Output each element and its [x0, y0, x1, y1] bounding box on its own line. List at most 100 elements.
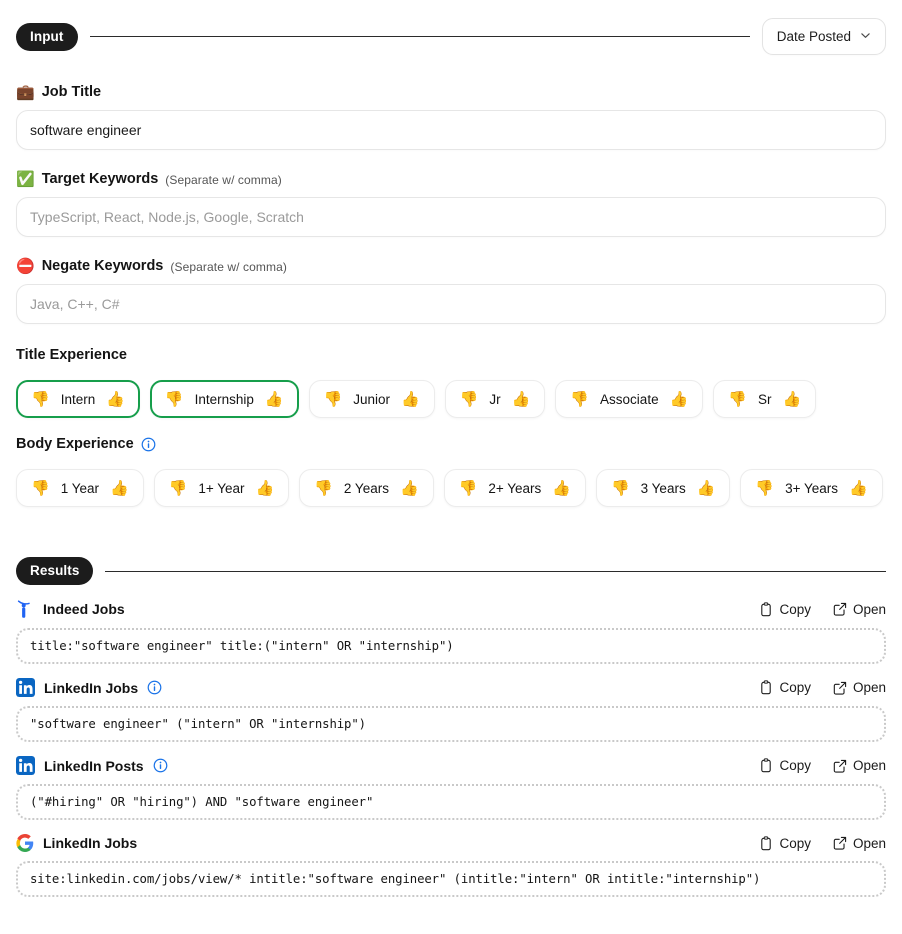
- body-experience-chip-label: 2 Years: [343, 480, 389, 496]
- results-badge: Results: [16, 557, 94, 585]
- negate-keywords-input[interactable]: Java, C++, C#: [16, 284, 886, 324]
- thumbs-up-icon[interactable]: 👍: [110, 481, 129, 496]
- date-posted-dropdown[interactable]: Date Posted: [761, 18, 886, 55]
- info-icon[interactable]: [147, 680, 162, 695]
- query-output[interactable]: "software engineer" ("intern" OR "intern…: [16, 706, 886, 742]
- info-icon: [153, 758, 167, 773]
- body-experience-chip[interactable]: 👎 2+ Years 👍: [443, 469, 586, 507]
- open-label: Open: [852, 601, 886, 617]
- open-button[interactable]: Open: [833, 602, 886, 617]
- thumbs-down-icon[interactable]: 👎: [165, 392, 184, 407]
- header-divider: [89, 36, 750, 37]
- thumbs-down-icon[interactable]: 👎: [728, 392, 747, 407]
- body-experience-chip[interactable]: 👎 3 Years 👍: [595, 469, 731, 507]
- thumbs-down-icon[interactable]: 👎: [611, 481, 630, 496]
- thumbs-down-icon[interactable]: 👎: [755, 481, 774, 496]
- result-source: Indeed Jobs: [16, 599, 125, 619]
- title-experience-chip-label: Junior: [353, 391, 391, 407]
- negate-keywords-placeholder: Java, C++, C#: [30, 296, 120, 312]
- body-experience-chip[interactable]: 👎 2 Years 👍: [299, 469, 434, 507]
- copy-button[interactable]: Copy: [759, 758, 811, 773]
- result-header: LinkedIn Posts Copy Open: [16, 756, 886, 775]
- title-experience-label: Title Experience: [16, 347, 886, 363]
- title-experience-chip-label: Jr: [489, 391, 501, 407]
- title-experience-chip[interactable]: 👎 Junior 👍: [308, 380, 435, 418]
- thumbs-up-icon[interactable]: 👍: [256, 481, 275, 496]
- info-icon[interactable]: [141, 437, 156, 452]
- result-source: LinkedIn Jobs: [16, 678, 162, 697]
- open-button[interactable]: Open: [833, 758, 886, 773]
- thumbs-down-icon[interactable]: 👎: [460, 392, 479, 407]
- body-experience-chip-row[interactable]: 👎 1 Year 👍 👎 1+ Year 👍 👎 2 Years 👍 👎 2+ Years 👍 👎 3 Y…: [14, 463, 888, 517]
- thumbs-up-icon[interactable]: 👍: [106, 392, 125, 407]
- results-divider: [105, 570, 886, 572]
- copy-button[interactable]: Copy: [759, 680, 811, 695]
- target-keywords-input[interactable]: TypeScript, React, Node.js, Google, Scra…: [16, 197, 886, 237]
- title-experience-chip[interactable]: 👎 Intern 👍: [16, 380, 140, 418]
- result-row: LinkedIn Posts Copy Open ("#hiring" OR "hir…: [16, 756, 886, 820]
- thumbs-up-icon[interactable]: 👍: [401, 392, 420, 407]
- copy-label: Copy: [779, 835, 811, 851]
- body-experience-chip[interactable]: 👎 1+ Year 👍: [153, 469, 290, 507]
- body-experience-chip[interactable]: 👎 1 Year 👍: [16, 469, 144, 507]
- result-actions: Copy Open: [759, 836, 886, 851]
- job-title-label-text: Job Title: [41, 84, 102, 101]
- thumbs-down-icon[interactable]: 👎: [459, 481, 478, 496]
- title-experience-chip[interactable]: 👎 Internship 👍: [149, 380, 299, 418]
- job-title-input[interactable]: software engineer: [16, 110, 886, 150]
- clipboard-icon: [761, 601, 772, 616]
- query-output[interactable]: ("#hiring" OR "hiring") AND "software en…: [16, 784, 886, 820]
- result-row: Indeed Jobs Copy Open title:"software engin…: [16, 599, 886, 664]
- thumbs-up-icon[interactable]: 👍: [670, 392, 689, 407]
- clipboard-icon: [761, 835, 772, 850]
- result-actions: Copy Open: [759, 680, 886, 695]
- result-title: LinkedIn Jobs: [44, 679, 139, 696]
- thumbs-up-icon[interactable]: 👍: [552, 481, 571, 496]
- thumbs-up-icon[interactable]: 👍: [849, 481, 868, 496]
- negate-keywords-label: ⛔ Negate Keywords (Separate w/ comma): [16, 259, 886, 274]
- external-link-icon: [833, 759, 847, 773]
- open-button[interactable]: Open: [833, 836, 886, 851]
- target-keywords-placeholder: TypeScript, React, Node.js, Google, Scra…: [30, 209, 304, 225]
- thumbs-down-icon[interactable]: 👎: [324, 392, 343, 407]
- thumbs-up-icon[interactable]: 👍: [697, 481, 716, 496]
- query-output[interactable]: site:linkedin.com/jobs/view/* intitle:"s…: [16, 861, 886, 897]
- target-keywords-field: ✅ Target Keywords (Separate w/ comma) Ty…: [16, 172, 886, 237]
- copy-label: Copy: [779, 758, 811, 773]
- copy-label: Copy: [779, 601, 811, 617]
- linkedin-icon: [16, 756, 35, 775]
- thumbs-down-icon[interactable]: 👎: [314, 481, 333, 496]
- thumbs-down-icon[interactable]: 👎: [169, 481, 188, 496]
- thumbs-down-icon[interactable]: 👎: [31, 392, 50, 407]
- copy-button[interactable]: Copy: [759, 836, 811, 851]
- title-experience-chip[interactable]: 👎 Jr 👍: [444, 380, 546, 418]
- results-section-header: Results: [16, 557, 886, 585]
- copy-button[interactable]: Copy: [759, 602, 811, 617]
- target-keywords-label: ✅ Target Keywords (Separate w/ comma): [16, 172, 886, 187]
- info-icon[interactable]: [153, 758, 168, 773]
- title-experience-chip[interactable]: 👎 Sr 👍: [713, 380, 817, 418]
- input-section-header: Input Date Posted: [16, 0, 886, 55]
- thumbs-down-icon[interactable]: 👎: [570, 392, 589, 407]
- job-title-field: 💼 Job Title software engineer: [16, 85, 886, 150]
- title-experience-chip[interactable]: 👎 Associate 👍: [555, 380, 704, 418]
- thumbs-up-icon[interactable]: 👍: [265, 392, 284, 407]
- body-experience-label: Body Experience: [16, 436, 886, 452]
- title-experience-chip-label: Associate: [600, 391, 659, 407]
- thumbs-down-icon[interactable]: 👎: [31, 481, 50, 496]
- thumbs-up-icon[interactable]: 👍: [512, 392, 531, 407]
- external-link-icon: [833, 681, 847, 695]
- query-output[interactable]: title:"software engineer" title:("intern…: [16, 628, 886, 664]
- body-experience-chip-label: 1+ Year: [198, 480, 245, 496]
- chevron-down-icon: [860, 30, 871, 41]
- title-experience-group: Title Experience 👎 Intern 👍 👎 Internship 👍 👎 Ju…: [16, 347, 886, 428]
- open-button[interactable]: Open: [833, 680, 886, 695]
- body-experience-label-text: Body Experience: [16, 436, 134, 452]
- thumbs-up-icon[interactable]: 👍: [782, 392, 801, 407]
- result-actions: Copy Open: [759, 758, 886, 773]
- body-experience-chip[interactable]: 👎 3+ Years 👍: [740, 469, 883, 507]
- thumbs-up-icon[interactable]: 👍: [400, 481, 419, 496]
- external-link-icon: [833, 602, 847, 616]
- title-experience-chip-row[interactable]: 👎 Intern 👍 👎 Internship 👍 👎 Junior 👍 👎 Jr 👍 👎 Associa…: [14, 374, 888, 428]
